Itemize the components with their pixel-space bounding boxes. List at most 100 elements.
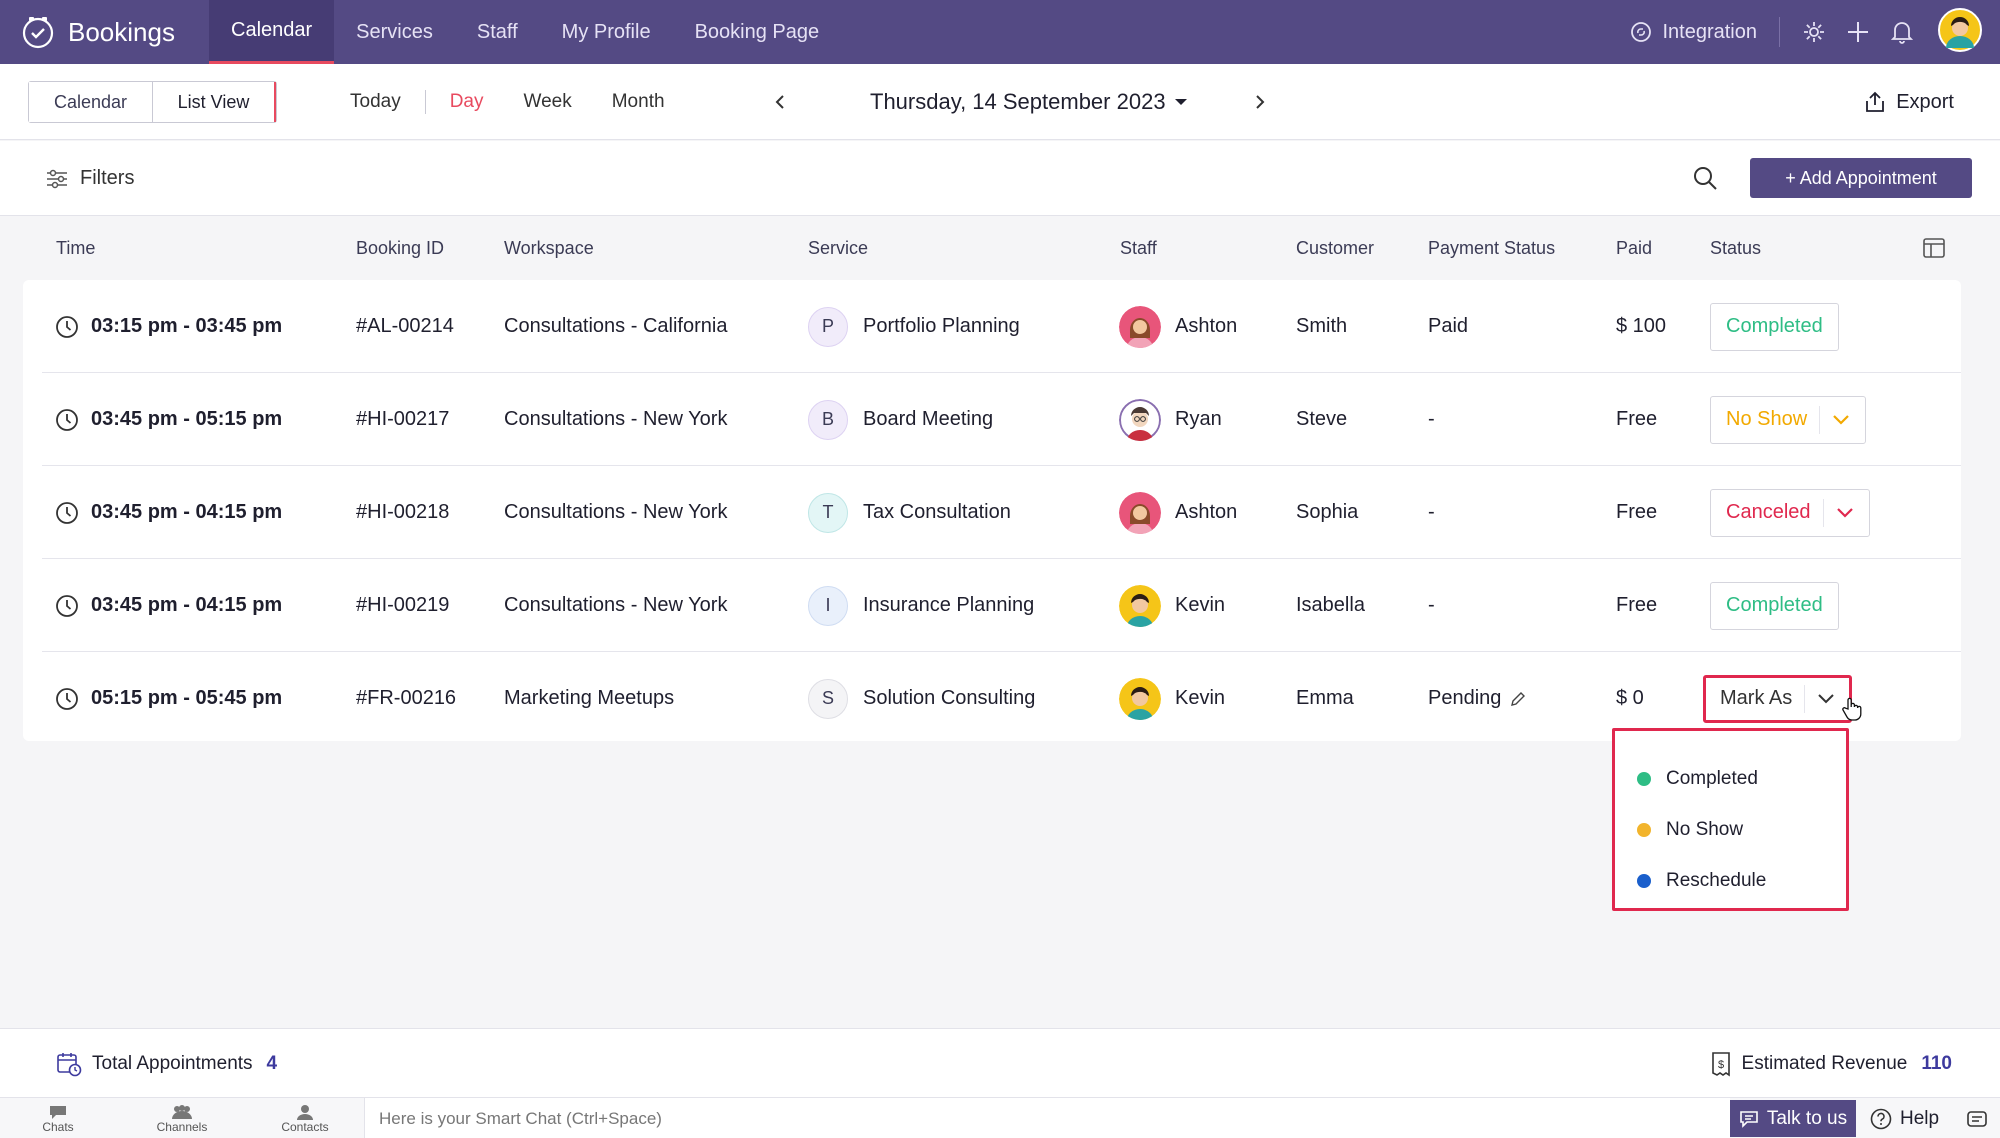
nav-tab-calendar[interactable]: Calendar <box>209 0 335 64</box>
calendar-view-button[interactable]: Calendar <box>29 82 153 122</box>
list-view-button[interactable]: List View <box>153 82 276 122</box>
search-icon[interactable] <box>1692 165 1718 196</box>
time-cell: 03:15 pm - 03:45 pm <box>55 280 282 373</box>
booking-id[interactable]: #HI-00218 <box>356 466 449 559</box>
column-header-customer[interactable]: Customer <box>1296 216 1374 280</box>
column-header-workspace[interactable]: Workspace <box>504 216 594 280</box>
current-date[interactable]: Thursday, 14 September 2023 <box>870 89 1166 115</box>
status-cell: Completed <box>1710 280 1839 373</box>
filters-button[interactable]: Filters <box>46 141 134 216</box>
staff-avatar <box>1119 584 1161 627</box>
status-badge[interactable]: Completed <box>1710 302 1839 351</box>
chats-button[interactable]: Chats <box>8 1098 108 1138</box>
total-appointments: Total Appointments 4 <box>56 1029 277 1098</box>
chevron-down-icon[interactable] <box>1804 684 1835 713</box>
talk-to-us-button[interactable]: Talk to us <box>1730 1100 1856 1137</box>
customer-name: Smith <box>1296 315 1348 337</box>
bell-icon[interactable] <box>1880 0 1924 64</box>
user-avatar[interactable] <box>1938 7 1982 57</box>
customer-name: Emma <box>1296 687 1354 709</box>
booking-id[interactable]: #HI-00219 <box>356 559 449 652</box>
caret-down-icon[interactable] <box>1172 93 1190 111</box>
smart-chat-input[interactable]: Here is your Smart Chat (Ctrl+Space) <box>364 1098 1730 1138</box>
nav-tab-services[interactable]: Services <box>334 0 455 64</box>
booking-id[interactable]: #AL-00214 <box>356 280 454 373</box>
table-row[interactable]: 03:15 pm - 03:45 pm #AL-00214 Consultati… <box>23 280 1961 373</box>
column-header-staff[interactable]: Staff <box>1120 216 1157 280</box>
range-separator <box>424 90 426 114</box>
service-initial-badge: P <box>808 306 848 347</box>
help-button[interactable]: Help <box>1870 1098 1939 1138</box>
range-selector: Today Day Week Month <box>330 64 685 140</box>
status-dropdown[interactable]: Canceled <box>1710 488 1870 537</box>
brand[interactable]: Bookings <box>0 0 209 64</box>
column-header-paid[interactable]: Paid <box>1616 216 1652 280</box>
customer-name: Steve <box>1296 408 1348 430</box>
staff-avatar <box>1119 491 1161 534</box>
export-icon <box>1866 91 1885 112</box>
chevron-down-icon[interactable] <box>1822 498 1854 527</box>
table-row[interactable]: 03:45 pm - 05:15 pm #HI-00217 Consultati… <box>23 373 1961 466</box>
mark-as-label: Mark As <box>1720 687 1793 709</box>
month-button[interactable]: Month <box>592 91 685 113</box>
chevron-down-icon[interactable] <box>1819 405 1850 434</box>
column-header-booking-id[interactable]: Booking ID <box>356 216 444 280</box>
integration-label: Integration <box>1662 20 1757 43</box>
service-cell: P Portfolio Planning <box>808 280 1020 373</box>
booking-id[interactable]: #FR-00216 <box>356 652 456 745</box>
appointments-table: 03:15 pm - 03:45 pm #AL-00214 Consultati… <box>23 280 1961 741</box>
contacts-button[interactable]: Contacts <box>255 1098 355 1138</box>
view-toggle: Calendar List View <box>28 81 277 123</box>
gear-icon[interactable] <box>1792 0 1836 64</box>
payment-status-cell: Pending <box>1428 652 1527 745</box>
clock-icon <box>56 687 78 710</box>
bottom-bar: Chats Channels Contacts Here is your Sma… <box>0 1097 2000 1138</box>
menu-item-no-show[interactable]: No Show <box>1637 804 1743 856</box>
talk-label: Talk to us <box>1766 1107 1848 1129</box>
nav-tab-staff[interactable]: Staff <box>455 0 540 64</box>
paid-amount: Free <box>1616 594 1658 616</box>
mark-as-menu: Completed No Show Reschedule <box>1612 728 1849 911</box>
booking-id[interactable]: #HI-00217 <box>356 373 449 466</box>
channels-button[interactable]: Channels <box>132 1098 232 1138</box>
column-settings-icon[interactable] <box>1922 236 1946 265</box>
chevron-right-icon[interactable] <box>1250 92 1270 112</box>
nav-tab-my-profile[interactable]: My Profile <box>540 0 673 64</box>
customer-name: Isabella <box>1296 594 1365 616</box>
add-appointment-button[interactable]: + Add Appointment <box>1750 158 1972 198</box>
integration-link[interactable]: Integration <box>1630 17 1780 47</box>
nav-tab-booking-page[interactable]: Booking Page <box>673 0 842 64</box>
week-button[interactable]: Week <box>504 91 592 113</box>
status-cell: Canceled <box>1710 466 1870 559</box>
workspace: Consultations - New York <box>504 501 728 523</box>
column-header-time[interactable]: Time <box>56 216 95 280</box>
table-row[interactable]: 03:45 pm - 04:15 pm #HI-00218 Consultati… <box>23 466 1961 559</box>
table-row[interactable]: 03:45 pm - 04:15 pm #HI-00219 Consultati… <box>23 559 1961 652</box>
column-header-service[interactable]: Service <box>808 216 868 280</box>
time-text: 05:15 pm - 05:45 pm <box>91 687 283 709</box>
day-button[interactable]: Day <box>430 91 504 113</box>
export-button[interactable]: Export <box>1864 64 1954 140</box>
paid-amount: Free <box>1616 408 1658 430</box>
today-button[interactable]: Today <box>330 91 421 113</box>
time-text: 03:15 pm - 03:45 pm <box>91 315 283 337</box>
menu-item-completed[interactable]: Completed <box>1637 753 1758 805</box>
status-dropdown[interactable]: No Show <box>1710 395 1867 444</box>
time-text: 03:45 pm - 05:15 pm <box>91 408 283 430</box>
service-name: Solution Consulting <box>863 687 1036 709</box>
pencil-icon[interactable] <box>1509 690 1527 708</box>
mark-as-dropdown[interactable]: Mark As <box>1703 674 1853 723</box>
column-header-status[interactable]: Status <box>1710 216 1761 280</box>
staff-name: Ashton <box>1175 315 1238 337</box>
paid-amount: Free <box>1616 501 1658 523</box>
staff-name: Ryan <box>1175 408 1222 430</box>
announcement-icon[interactable] <box>1966 1108 1988 1135</box>
column-header-payment-status[interactable]: Payment Status <box>1428 216 1555 280</box>
payment-status: Pending <box>1428 687 1502 709</box>
chats-label: Chats <box>42 1119 74 1134</box>
plus-icon[interactable] <box>1836 0 1880 64</box>
menu-item-reschedule[interactable]: Reschedule <box>1637 855 1766 907</box>
staff-cell: Kevin <box>1119 559 1225 652</box>
chevron-left-icon[interactable] <box>770 92 790 112</box>
status-badge[interactable]: Completed <box>1710 581 1839 630</box>
